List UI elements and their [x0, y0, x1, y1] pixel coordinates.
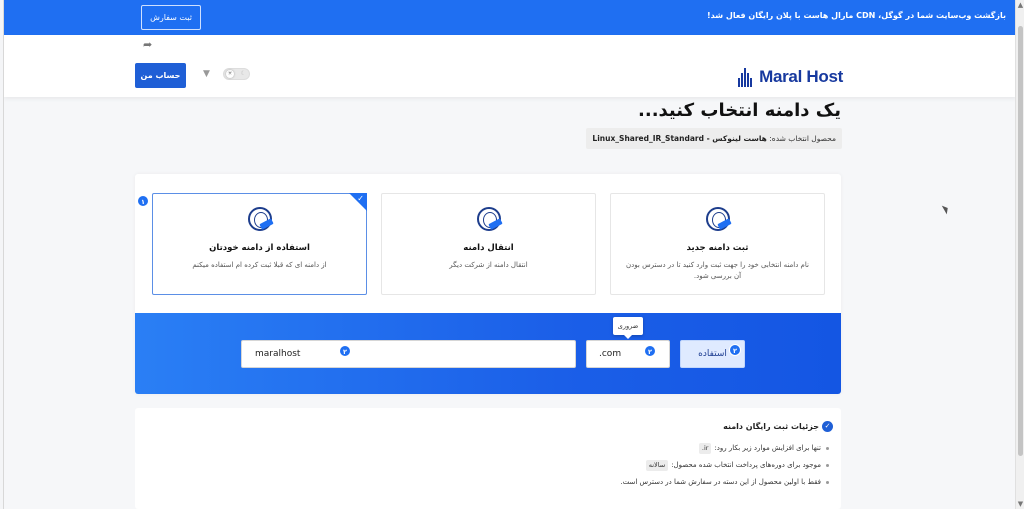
share-icon[interactable]: ➦ [143, 39, 155, 50]
option-use-own-domain[interactable]: استفاده از دامنه خودتان از دامنه ای که ق… [152, 193, 367, 295]
option-title: ثبت دامنه جدید [686, 243, 749, 253]
option-title: استفاده از دامنه خودتان [209, 243, 310, 253]
banner-message: بازگشت وب‌سایت شما در گوگل، CDN مارال ها… [706, 11, 1006, 20]
mouse-cursor [941, 203, 951, 215]
order-button[interactable]: ثبت سفارش [141, 5, 201, 30]
promo-banner: بازگشت وب‌سایت شما در گوگل، CDN مارال ها… [4, 0, 1015, 35]
detail-tag: سالانه [645, 460, 669, 471]
globe-tag-icon [705, 207, 730, 231]
bullet-icon [826, 480, 829, 484]
page-scrollbar[interactable]: ▲ ▼ [1015, 0, 1024, 509]
browser-frame: بازگشت وب‌سایت شما در گوگل، CDN مارال ها… [0, 0, 1024, 509]
detail-row: فقط با اولین محصول از این دسته در سفارش … [620, 478, 829, 486]
detail-row: موجود برای دوره‌های پرداخت انتخاب شده مح… [645, 460, 829, 471]
basket-icon[interactable]: ▼ [203, 70, 213, 79]
details-title: جزئیات ثبت رایگان دامنه [723, 422, 819, 431]
domain-selection-card: استفاده از دامنه خودتان از دامنه ای که ق… [135, 174, 841, 394]
option-register-domain[interactable]: ثبت دامنه جدید نام دامنه انتخابی خود را … [610, 193, 825, 295]
account-button[interactable]: حساب من [135, 63, 186, 88]
detail-text: موجود برای دوره‌های پرداخت انتخاب شده مح… [671, 461, 821, 469]
logo-text: Maral Host [759, 67, 843, 86]
detail-row: تنها برای افزایش موارد زیر بکار رود:.ir [698, 443, 829, 454]
globe-tag-icon [247, 207, 272, 231]
product-label: محصول انتخاب شده: [769, 134, 836, 143]
bullet-icon [826, 463, 829, 467]
option-description: انتقال دامنه از شرکت دیگر [449, 261, 528, 269]
detail-text: تنها برای افزایش موارد زیر بکار رود: [714, 444, 821, 452]
info-icon: ✓ [822, 421, 833, 432]
detail-text: فقط با اولین محصول از این دسته در سفارش … [620, 478, 821, 486]
free-domain-details: ✓ جزئیات ثبت رایگان دامنه تنها برای افزا… [135, 408, 841, 509]
theme-toggle[interactable]: ☀ ☾ [223, 68, 250, 80]
bullet-icon [826, 446, 829, 450]
check-icon: ✓ [357, 194, 364, 203]
required-tooltip: ضروری [613, 317, 643, 339]
domain-name-input[interactable]: maralhost [241, 340, 576, 368]
product-value: هاست لینوکس - Linux_Shared_IR_Standard [592, 134, 767, 143]
option-description: نام دامنه انتخابی خود را جهت ثبت وارد کن… [626, 261, 809, 280]
selected-product: محصول انتخاب شده: هاست لینوکس - Linux_Sh… [586, 128, 842, 149]
logo-icon [738, 67, 755, 87]
globe-tag-icon [476, 207, 501, 231]
option-title: انتقال دامنه [463, 243, 514, 253]
tld-input[interactable]: .com [586, 340, 670, 368]
option-description: از دامنه ای که قبلا ثبت کرده ام استفاده … [192, 261, 327, 269]
step-badge: ۱ [137, 195, 149, 207]
scroll-down-icon[interactable]: ▼ [1016, 499, 1024, 509]
site-logo[interactable]: Maral Host [738, 65, 843, 89]
step-badge: ۲ [339, 345, 351, 357]
scroll-up-icon[interactable]: ▲ [1016, 0, 1024, 10]
moon-icon: ☾ [240, 70, 246, 77]
step-badge: ۲ [644, 345, 656, 357]
page-viewport: بازگشت وب‌سایت شما در گوگل، CDN مارال ها… [3, 0, 1015, 509]
step-badge: ۲ [729, 344, 741, 356]
domain-form-panel: maralhost ۲ .com ۲ ضروری استفاده ۲ [135, 313, 841, 394]
scroll-thumb[interactable] [1018, 26, 1023, 456]
sun-icon: ☀ [226, 70, 234, 78]
page-title: یک دامنه انتخاب کنید... [638, 100, 841, 121]
detail-tag: .ir [698, 443, 712, 454]
option-transfer-domain[interactable]: انتقال دامنه انتقال دامنه از شرکت دیگر [381, 193, 596, 295]
site-header: ➦ Maral Host حساب من ▼ ☀ ☾ [4, 35, 1015, 97]
